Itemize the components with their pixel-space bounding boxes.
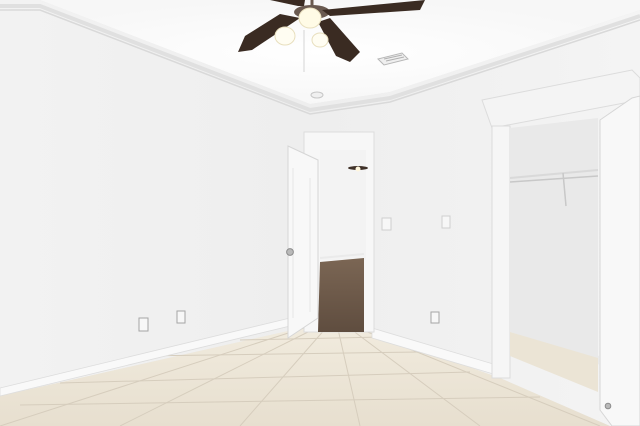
closet-interior bbox=[510, 118, 598, 360]
electrical-outlet-2 bbox=[176, 310, 186, 324]
bedroom-photo bbox=[0, 0, 640, 426]
fan-light-icon bbox=[298, 7, 322, 29]
fan-light-2-icon bbox=[274, 26, 296, 46]
door-knob-icon[interactable] bbox=[286, 248, 294, 256]
fan-light-3-icon bbox=[311, 32, 329, 48]
closet-jamb-left bbox=[491, 125, 511, 379]
closet-door-knob-icon[interactable] bbox=[604, 402, 612, 410]
closet-door[interactable] bbox=[599, 95, 640, 426]
electrical-outlet-3 bbox=[430, 311, 440, 324]
hall-floor bbox=[318, 258, 364, 332]
smoke-detector-icon bbox=[310, 91, 324, 99]
closet bbox=[481, 69, 640, 426]
light-switch-plate[interactable] bbox=[381, 217, 392, 231]
electrical-outlet bbox=[138, 317, 149, 332]
light-switch-plate-2[interactable] bbox=[441, 215, 451, 229]
